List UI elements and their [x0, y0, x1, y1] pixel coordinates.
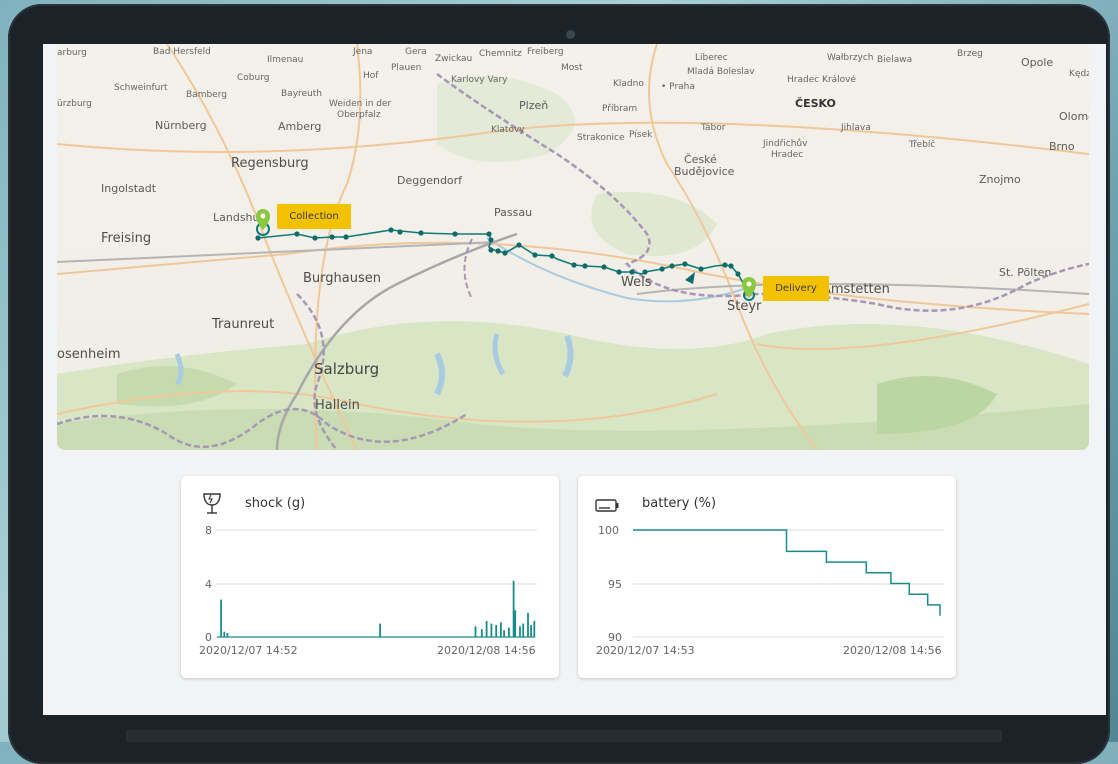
battery-icon: [595, 499, 619, 512]
y-tick: 95: [608, 578, 622, 591]
shock-bar: [533, 620, 536, 637]
shock-bar: [485, 620, 488, 637]
shock-bar: [519, 626, 521, 637]
route-point[interactable]: [486, 231, 492, 237]
shock-bar: [530, 625, 532, 637]
route-point[interactable]: [495, 248, 501, 254]
route-point[interactable]: [312, 235, 318, 241]
route-point[interactable]: [629, 269, 635, 275]
route-point[interactable]: [735, 271, 741, 277]
route-point[interactable]: [532, 252, 538, 258]
shock-bar: [474, 626, 477, 637]
x-start-date: 2020/12/07 14:53: [596, 644, 695, 657]
battery-card: 100 95 90 battery (%) 2020/12/07 14:53 2…: [578, 476, 956, 678]
y-tick: 0: [205, 631, 212, 644]
route-map[interactable]: arburg Bad Hersfeld Ilmenau Jena Gera Zw…: [57, 44, 1089, 450]
route-point[interactable]: [397, 229, 403, 235]
battery-title: battery (%): [642, 496, 717, 511]
shock-bar: [490, 623, 493, 637]
route-point[interactable]: [452, 231, 458, 237]
route-point[interactable]: [582, 263, 588, 269]
route-point[interactable]: [255, 235, 261, 241]
shock-card: 8 4 0 shock (g) 2020/12/07 14:52 2020/12…: [181, 476, 559, 678]
shock-bar: [522, 623, 525, 637]
route-point[interactable]: [642, 269, 648, 275]
laptop-frame: arburg Bad Hersfeld Ilmenau Jena Gera Zw…: [8, 4, 1110, 764]
collection-pin-icon[interactable]: [256, 209, 270, 236]
shock-bar: [512, 580, 515, 637]
route-point[interactable]: [659, 266, 665, 272]
x-start-date: 2020/12/07 14:52: [199, 644, 298, 657]
route-point[interactable]: [728, 263, 734, 269]
delivery-tag[interactable]: Delivery: [763, 276, 829, 301]
shock-bar: [495, 625, 498, 637]
battery-series-line: [633, 529, 941, 616]
shock-bar: [223, 631, 226, 638]
route-point[interactable]: [516, 242, 522, 248]
y-tick: 4: [205, 578, 212, 591]
x-end-date: 2020/12/08 14:56: [437, 644, 536, 657]
y-tick: 100: [598, 524, 619, 537]
route-point[interactable]: [698, 266, 704, 272]
route-point[interactable]: [571, 262, 577, 268]
shock-bar: [379, 623, 381, 637]
webcam: [566, 30, 575, 39]
route-point[interactable]: [418, 230, 424, 236]
route-point[interactable]: [488, 247, 494, 253]
shock-title: shock (g): [245, 496, 306, 511]
shock-bar: [480, 629, 483, 637]
shock-bars: [217, 580, 536, 638]
laptop-hinge: [126, 730, 1002, 742]
route-point[interactable]: [682, 261, 688, 267]
x-end-date: 2020/12/08 14:56: [843, 644, 942, 657]
shock-bar: [514, 610, 517, 638]
shock-bar: [500, 622, 502, 637]
route-point[interactable]: [294, 231, 300, 237]
route-point[interactable]: [722, 262, 728, 268]
route-point[interactable]: [488, 237, 494, 243]
route-point[interactable]: [669, 263, 675, 269]
route-point[interactable]: [549, 253, 555, 259]
route-point[interactable]: [388, 227, 394, 233]
route-point[interactable]: [502, 250, 508, 256]
route-points: [255, 227, 741, 277]
shock-bar: [508, 627, 510, 637]
screen: arburg Bad Hersfeld Ilmenau Jena Gera Zw…: [43, 44, 1106, 715]
shock-bar: [220, 599, 222, 637]
direction-arrow-icon: [685, 272, 695, 284]
y-tick: 90: [608, 631, 622, 644]
route-overlay: [255, 209, 756, 301]
route-point[interactable]: [601, 264, 607, 270]
delivery-pin-icon[interactable]: [742, 277, 756, 301]
route-point[interactable]: [616, 269, 622, 275]
route-point[interactable]: [343, 234, 349, 240]
collection-tag[interactable]: Collection: [277, 204, 351, 229]
fragile-glass-icon: [203, 493, 221, 514]
route-point[interactable]: [329, 234, 335, 240]
route-line: [257, 229, 752, 297]
y-tick: 8: [205, 524, 212, 537]
shock-bar: [503, 630, 505, 637]
shock-bar: [527, 612, 529, 637]
